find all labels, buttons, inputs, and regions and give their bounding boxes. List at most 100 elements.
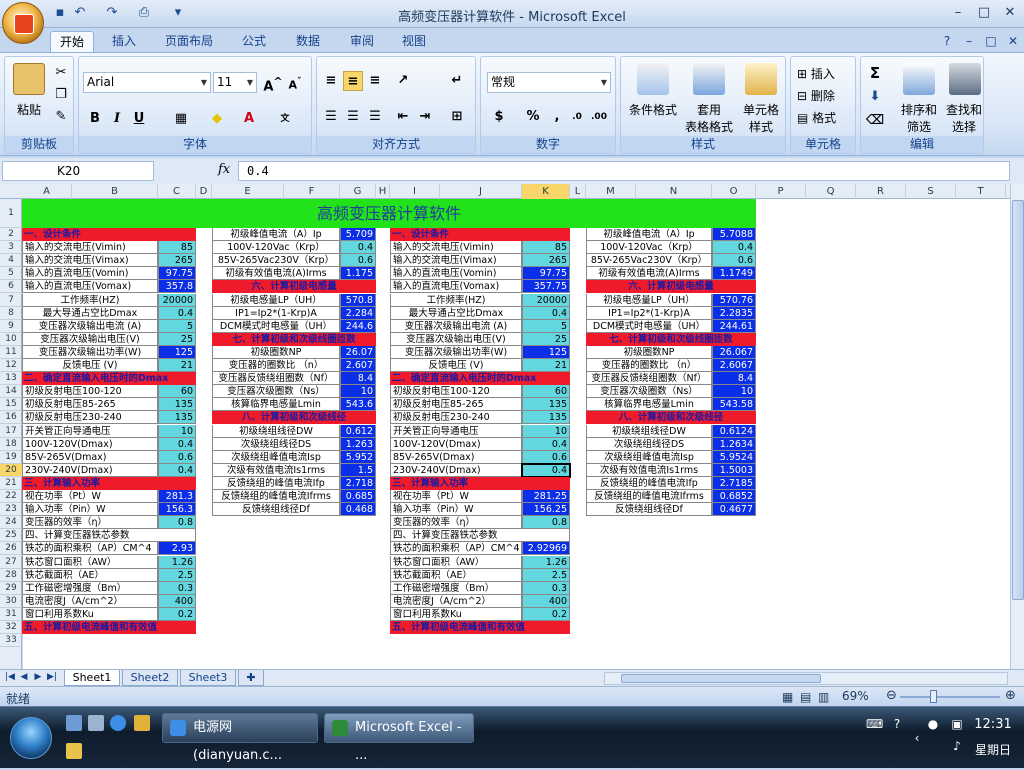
left-value[interactable]: 2.93 bbox=[158, 542, 196, 556]
mid-value[interactable]: 1.263 bbox=[340, 437, 376, 451]
left-label[interactable]: 输入功率（Pin）W bbox=[22, 503, 158, 517]
italic-button[interactable]: I bbox=[107, 109, 127, 129]
row-header[interactable]: 22 bbox=[0, 490, 22, 504]
mid-value[interactable]: 5.952 bbox=[340, 450, 376, 464]
media-player-icon[interactable] bbox=[66, 743, 82, 759]
column-header[interactable]: E bbox=[212, 184, 284, 199]
left-label[interactable]: 开关管正向导通电压 bbox=[22, 424, 158, 438]
left-label[interactable]: 视在功率（Pt）W bbox=[22, 490, 158, 503]
mid-label[interactable]: 反馈绕组的峰值电流Ifp bbox=[212, 476, 340, 490]
right-value[interactable]: 0.4 bbox=[522, 437, 570, 451]
far-section-header[interactable]: 七、计算初级和次级线圈匝数 bbox=[586, 332, 756, 346]
mid-value[interactable]: 1.175 bbox=[340, 267, 376, 281]
left-value[interactable]: 135 bbox=[158, 411, 196, 425]
mid-value[interactable]: 5.709 bbox=[340, 228, 376, 241]
format-as-table-button[interactable]: 套用 表格格式 bbox=[683, 101, 735, 135]
left-label[interactable]: 输入的直流电压(Vomin) bbox=[22, 267, 158, 281]
left-label[interactable]: 窗口利用系数Ku bbox=[22, 607, 158, 621]
worksheet-grid[interactable]: 高频变压器计算软件 一、设计条件 输入的交流电压(Vimin) 85 输入的交流电压(V… bbox=[22, 199, 1010, 669]
row-header[interactable]: 13 bbox=[0, 372, 22, 386]
far-value[interactable]: 1.5003 bbox=[712, 463, 756, 477]
left-value[interactable]: 85 bbox=[158, 241, 196, 255]
increase-indent-icon[interactable]: ⇥ bbox=[415, 107, 435, 127]
left-label[interactable]: 变压器次级输出电压(V) bbox=[22, 332, 158, 346]
find-select-button[interactable]: 查找和 选择 bbox=[941, 101, 987, 135]
mid-label[interactable]: 初级圈数NP bbox=[212, 345, 340, 359]
row-header[interactable]: 15 bbox=[0, 398, 22, 412]
far-value[interactable]: 5.9524 bbox=[712, 450, 756, 464]
row-header[interactable]: 25 bbox=[0, 529, 22, 543]
right-label[interactable]: 铁芯截面积（AE） bbox=[390, 568, 522, 582]
right-label[interactable]: 视在功率（Pt）W bbox=[390, 490, 522, 503]
far-label[interactable]: 次级有效值电流Is1rms bbox=[586, 463, 712, 477]
close-button[interactable]: ✕ bbox=[998, 2, 1022, 24]
row-header[interactable]: 8 bbox=[0, 307, 22, 320]
autosum-icon[interactable]: Σ bbox=[865, 63, 885, 83]
left-label[interactable]: 变压器次级输出功率(W) bbox=[22, 345, 158, 359]
left-label[interactable]: 变压器次级输出电流 (A) bbox=[22, 319, 158, 333]
row-header[interactable]: 14 bbox=[0, 385, 22, 399]
right-label[interactable]: 电流密度J（A/cm^2） bbox=[390, 594, 522, 608]
left-value[interactable]: 0.4 bbox=[158, 306, 196, 320]
volume-icon[interactable]: ♪ bbox=[950, 739, 964, 753]
column-header[interactable]: B bbox=[72, 184, 158, 199]
left-label[interactable]: 最大导通占空比Dmax bbox=[22, 306, 158, 320]
left-label[interactable]: 输入的交流电压(Vimax) bbox=[22, 254, 158, 268]
insert-sheet-icon[interactable]: ✚ bbox=[238, 670, 264, 686]
left-label[interactable]: 初级反射电压230-240 bbox=[22, 411, 158, 425]
left-label[interactable]: 工作磁密增强度（Bm） bbox=[22, 581, 158, 595]
column-header[interactable]: N bbox=[636, 184, 712, 199]
left-value[interactable]: 97.75 bbox=[158, 267, 196, 281]
row-header[interactable]: 10 bbox=[0, 333, 22, 346]
last-sheet-icon[interactable]: ▶| bbox=[46, 672, 58, 682]
far-value[interactable]: 0.6852 bbox=[712, 490, 756, 503]
left-value[interactable]: 281.3 bbox=[158, 490, 196, 503]
far-label[interactable]: 次级绕组峰值电流Isp bbox=[586, 450, 712, 464]
far-value[interactable]: 1.2634 bbox=[712, 437, 756, 451]
right-value[interactable]: 25 bbox=[522, 332, 570, 346]
qq-tray-icon[interactable]: ● bbox=[926, 717, 940, 731]
tab-review[interactable]: 审阅 bbox=[340, 31, 384, 52]
fill-color-icon[interactable]: ◆ bbox=[207, 109, 227, 129]
right-label[interactable]: 100V-120V(Dmax) bbox=[390, 437, 522, 451]
right-label[interactable]: 85V-265V(Dmax) bbox=[390, 450, 522, 464]
row-header[interactable]: 28 bbox=[0, 569, 22, 582]
column-header[interactable]: A bbox=[22, 184, 72, 199]
mid-label[interactable]: DCM模式时电感量（UH） bbox=[212, 319, 340, 333]
right-label[interactable]: 输入的直流电压(Vomax) bbox=[390, 280, 522, 294]
row-header[interactable]: 24 bbox=[0, 516, 22, 530]
mid-label[interactable]: 核算临界电感量Lmin bbox=[212, 398, 340, 412]
right-value[interactable]: 125 bbox=[522, 345, 570, 359]
prev-sheet-icon[interactable]: ◀ bbox=[18, 672, 30, 682]
underline-button[interactable]: U bbox=[129, 109, 149, 129]
right-label[interactable]: 工作频率(HZ) bbox=[390, 293, 522, 307]
ribbon-minimize-icon[interactable]: – bbox=[960, 31, 978, 52]
delete-cells-button[interactable]: ⊟ 删除 bbox=[797, 87, 835, 104]
right-label[interactable]: 变压器次级输出电压(V) bbox=[390, 332, 522, 346]
mid-value[interactable]: 2.607 bbox=[340, 359, 376, 372]
normal-view-icon[interactable]: ▦ bbox=[782, 690, 793, 704]
maximize-button[interactable]: □ bbox=[972, 2, 996, 24]
left-label[interactable]: 230V-240V(Dmax) bbox=[22, 463, 158, 477]
font-color-icon[interactable]: A bbox=[239, 109, 259, 129]
left-label[interactable]: 电流密度J（A/cm^2） bbox=[22, 594, 158, 608]
decrease-indent-icon[interactable]: ⇤ bbox=[393, 107, 413, 127]
far-value[interactable]: 244.61 bbox=[712, 319, 756, 333]
left-label[interactable]: 输入的直流电压(Vomax) bbox=[22, 280, 158, 294]
tab-formulas[interactable]: 公式 bbox=[232, 31, 276, 52]
row-header[interactable]: 12 bbox=[0, 359, 22, 373]
far-label[interactable]: 85V-265Vac230V（Krp） bbox=[586, 254, 712, 268]
right-label[interactable]: 铁芯的面积乘积（AP）CM^4 bbox=[390, 542, 522, 556]
left-value[interactable]: 357.8 bbox=[158, 280, 196, 294]
far-value[interactable]: 5.7088 bbox=[712, 228, 756, 241]
left-value[interactable]: 265 bbox=[158, 254, 196, 268]
column-header[interactable]: P bbox=[756, 184, 806, 199]
row-header[interactable]: 33 bbox=[0, 634, 22, 648]
vertical-scrollbar[interactable] bbox=[1010, 184, 1024, 669]
column-header[interactable]: G bbox=[340, 184, 376, 199]
left-value[interactable]: 60 bbox=[158, 385, 196, 399]
right-value[interactable]: 20000 bbox=[522, 293, 570, 307]
mid-value[interactable]: 2.284 bbox=[340, 306, 376, 320]
zoom-slider[interactable] bbox=[900, 696, 1000, 698]
far-value[interactable]: 1.1749 bbox=[712, 267, 756, 281]
